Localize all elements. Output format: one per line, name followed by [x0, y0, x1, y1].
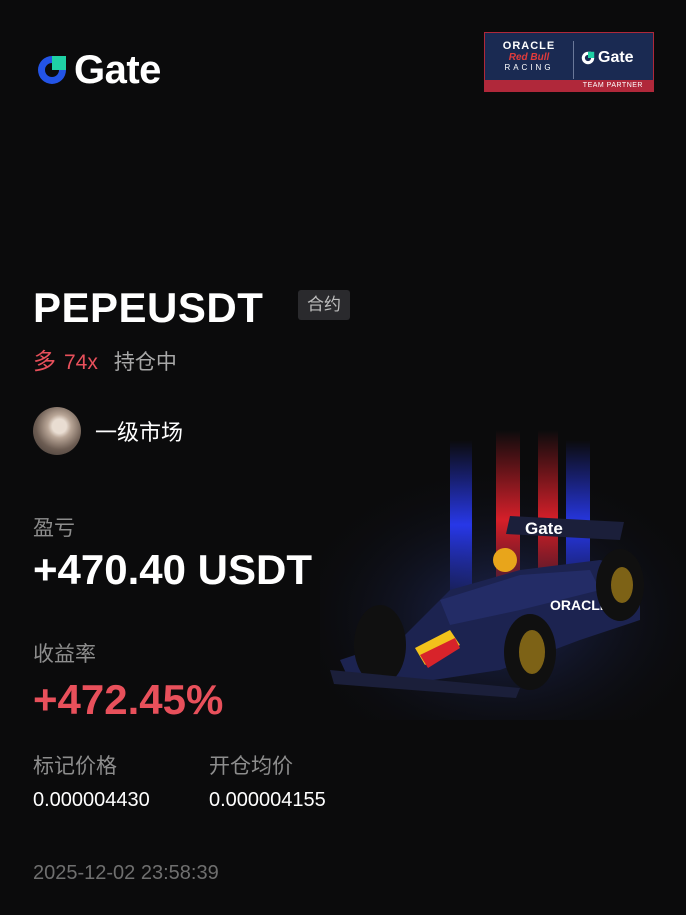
racing-text: RACING	[504, 63, 554, 72]
pnl-value: +470.40 USDT	[33, 546, 312, 593]
pnl-label: 盈亏	[33, 517, 75, 540]
badge-gate-text: Gate	[598, 49, 634, 66]
share-card: Gate ORACLE Red Bull RACING Gate TEAM PA…	[0, 0, 686, 915]
entry-price-value: 0.000004155	[209, 789, 326, 811]
position-info: 多 74x 持仓中	[33, 342, 177, 376]
partner-badge: ORACLE Red Bull RACING Gate TEAM PARTNER	[484, 32, 654, 92]
roi-value: +472.45%	[33, 676, 224, 723]
oracle-text: ORACLE	[502, 40, 556, 52]
position-status: 持仓中	[113, 351, 177, 374]
brand-logo: Gate	[34, 50, 161, 90]
roi-label: 收益率	[33, 643, 96, 666]
redbull-text: Red Bull	[508, 52, 550, 63]
brand-name: Gate	[74, 48, 161, 92]
username: 一级市场	[95, 420, 184, 445]
oracle-redbull-logo: ORACLE Red Bull RACING	[493, 40, 565, 72]
entry-price-label: 开仓均价	[209, 755, 293, 778]
team-partner-label: TEAM PARTNER	[485, 80, 653, 91]
timestamp: 2025-12-02 23:58:39	[33, 862, 219, 884]
avatar	[33, 407, 81, 455]
trading-pair: PEPEUSDT	[33, 284, 264, 331]
gate-logo-icon	[581, 51, 595, 65]
badge-gate-logo: Gate	[580, 49, 634, 67]
leverage: 74x	[64, 351, 98, 374]
contract-type-tag: 合约	[298, 290, 350, 320]
race-car-illustration: Gate ORACLE	[320, 430, 686, 720]
mark-price-value: 0.000004430	[33, 789, 150, 811]
gate-logo-icon	[38, 56, 66, 84]
badge-divider	[573, 41, 574, 79]
position-side: 多	[33, 348, 56, 374]
user-info: 一级市场	[33, 407, 183, 455]
car-livery-text: Gate	[525, 519, 563, 538]
mark-price-label: 标记价格	[33, 755, 117, 778]
